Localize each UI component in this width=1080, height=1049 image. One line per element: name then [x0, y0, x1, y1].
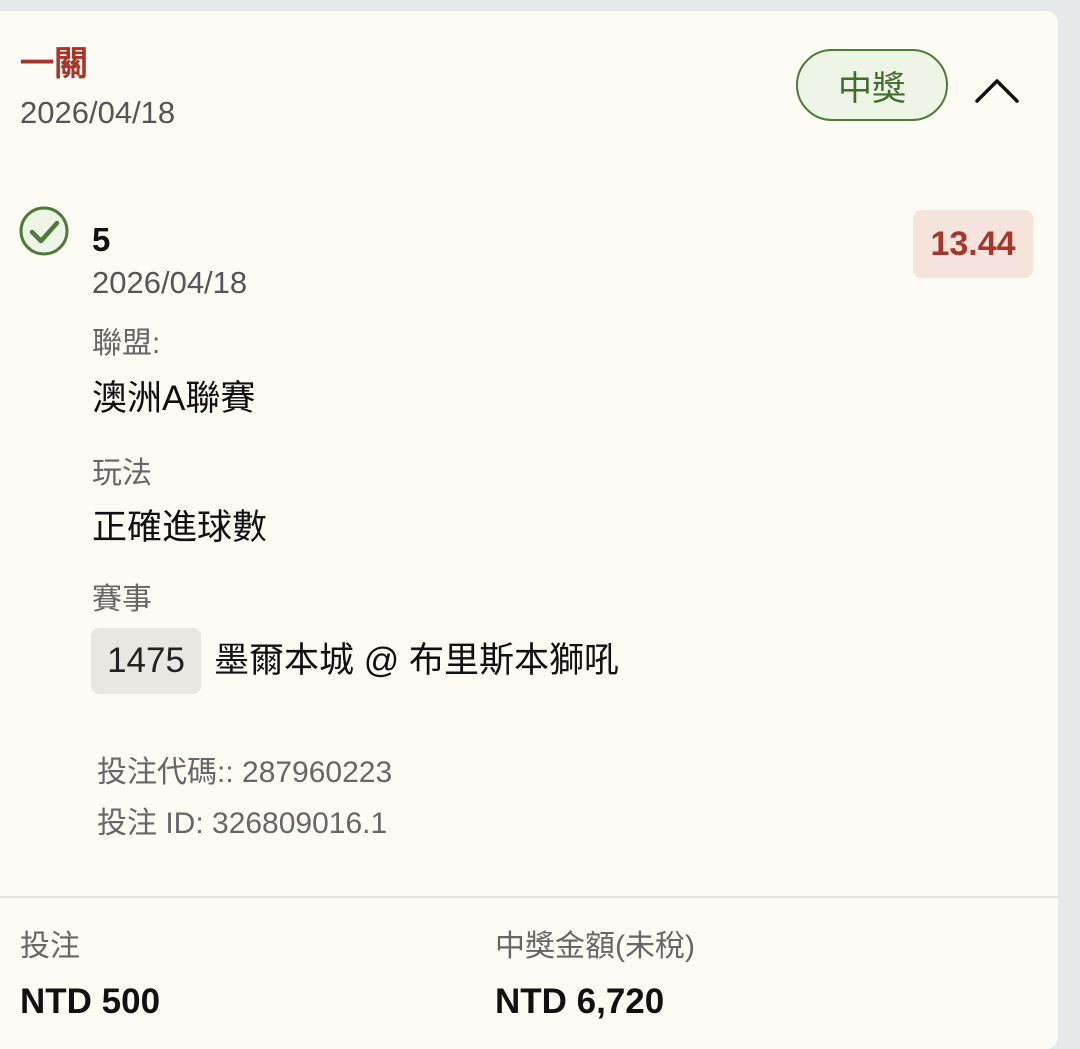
chevron-up-icon: [975, 79, 1019, 103]
league-label: 聯盟:: [92, 327, 161, 360]
stake-label: 投注: [20, 930, 80, 963]
payout-value: NTD 6,720: [495, 982, 665, 1021]
bet-card: 一關 2026/04/18 中獎 5 2026/04/18 13.44 聯盟: …: [0, 11, 1058, 1049]
league-value: 澳洲A聯賽: [92, 379, 256, 418]
event-id-badge: 1475: [91, 628, 201, 694]
payout-label: 中獎金額(未稅): [495, 930, 695, 963]
selection-title: 5: [92, 221, 111, 258]
market-value: 正確進球數: [92, 508, 268, 547]
status-badge: 中獎: [796, 49, 948, 121]
odds-badge: 13.44: [913, 210, 1033, 278]
event-name: 墨爾本城 @ 布里斯本獅吼: [214, 641, 619, 680]
bet-code: 投注代碼:: 287960223: [97, 756, 393, 789]
stake-value: NTD 500: [20, 982, 161, 1021]
bet-type-label: 一關: [20, 45, 88, 83]
collapse-button[interactable]: [966, 59, 1028, 121]
bet-date: 2026/04/18: [20, 95, 176, 130]
check-circle-icon: [19, 206, 69, 256]
market-label: 玩法: [92, 457, 152, 490]
bet-id: 投注 ID: 326809016.1: [97, 807, 388, 840]
divider: [0, 896, 1058, 898]
selection-date: 2026/04/18: [92, 265, 248, 300]
event-label: 賽事: [92, 583, 152, 616]
